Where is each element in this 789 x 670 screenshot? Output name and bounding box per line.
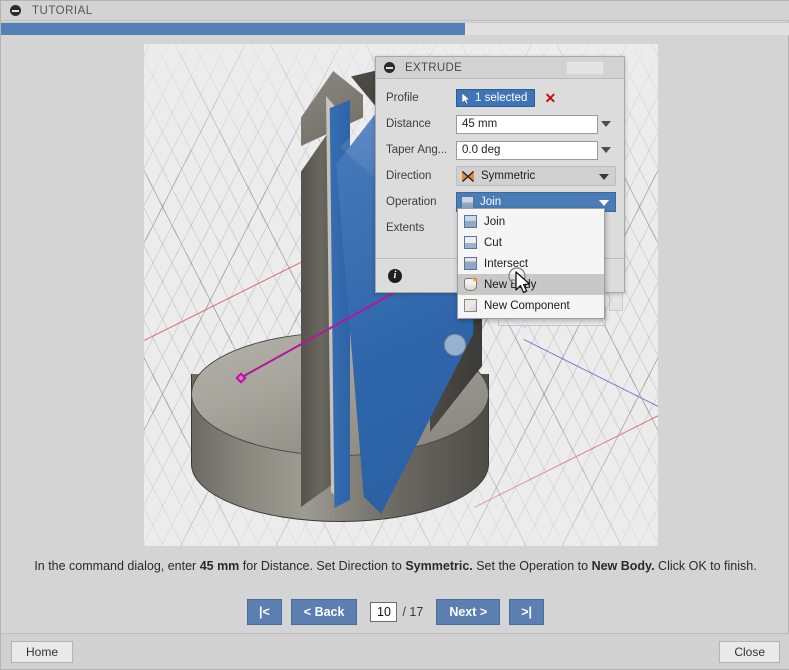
dropdown-item-intersect[interactable]: Intersect (458, 253, 604, 274)
instruction-part-2: for Distance. Set Direction to (239, 559, 406, 573)
chevron-down-icon[interactable] (599, 174, 609, 180)
extrude-dialog-title: EXTRUDE (405, 61, 463, 74)
label-distance: Distance (386, 118, 431, 130)
tutorial-navigation: |< < Back / 17 Next > >| (1, 596, 789, 628)
cut-icon (464, 236, 477, 249)
chevron-down-icon[interactable] (599, 200, 609, 206)
label-direction: Direction (386, 170, 432, 182)
instruction-text: In the command dialog, enter 45 mm for D… (1, 559, 789, 573)
dropdown-item-label: Cut (484, 236, 502, 249)
chevron-down-icon[interactable] (601, 146, 611, 153)
distance-field-wrap: 45 mm (456, 114, 624, 134)
row-direction: Direction Symmetric (376, 163, 624, 189)
tutorial-progress-fill (1, 23, 465, 35)
join-icon (461, 195, 474, 209)
taper-angle-value: 0.0 deg (462, 144, 501, 156)
label-profile: Profile (386, 92, 419, 104)
dropdown-item-label: Intersect (484, 257, 529, 270)
collapse-circle-icon[interactable] (10, 5, 21, 16)
intersect-icon (464, 257, 477, 270)
join-icon (464, 215, 477, 228)
bottom-bar: Home Close (1, 633, 789, 669)
close-button[interactable]: Close (719, 640, 780, 663)
dropdown-item-new-body[interactable]: New Body (458, 274, 604, 295)
label-taper-angle: Taper Ang... (386, 144, 448, 156)
instruction-part-1: In the command dialog, enter (34, 559, 200, 573)
operation-dropdown-menu: Join Cut Intersect New Body New Component (457, 208, 605, 319)
dropdown-item-cut[interactable]: Cut (458, 232, 604, 253)
info-icon[interactable]: i (388, 268, 402, 283)
tutorial-progress-bar (1, 22, 789, 35)
label-extents: Extents (386, 222, 425, 234)
last-page-button[interactable]: >| (509, 599, 544, 625)
next-button[interactable]: Next > (436, 599, 501, 625)
extrude-dialog-header: EXTRUDE (376, 57, 624, 79)
label-operation: Operation (386, 196, 437, 208)
page-number-input[interactable] (370, 602, 398, 622)
chevron-down-icon[interactable] (601, 120, 611, 127)
instruction-part-4: Click OK to finish. (654, 559, 757, 573)
distance-value: 45 mm (462, 118, 498, 130)
profile-select-button[interactable]: 1 selected (456, 89, 536, 107)
page-total-label: / 17 (402, 605, 424, 619)
dropdown-item-new-component[interactable]: New Component (458, 295, 604, 316)
profile-select-label: 1 selected (475, 92, 528, 104)
new-body-icon (464, 278, 477, 291)
new-component-icon (464, 299, 477, 312)
dialog-header-button[interactable] (566, 61, 604, 75)
direction-dropdown[interactable]: Symmetric (456, 166, 616, 186)
dropdown-item-join[interactable]: Join (458, 211, 604, 232)
taper-field-wrap: 0.0 deg (456, 140, 624, 160)
row-taper-angle: Taper Ang... 0.0 deg (376, 137, 624, 163)
cursor-arrow-icon (462, 92, 470, 104)
collapse-circle-icon[interactable] (384, 62, 395, 73)
row-profile: Profile 1 selected ✕ (376, 85, 624, 111)
red-x-icon[interactable]: ✕ (544, 91, 556, 105)
tutorial-window: TUTORIAL 45.00 45 mm (0, 0, 789, 670)
instruction-bold-operation: New Body. (591, 559, 655, 573)
rotate-handle[interactable] (444, 334, 466, 356)
distance-input[interactable]: 45 mm (456, 114, 611, 134)
dropdown-item-label: New Component (484, 299, 570, 312)
instruction-part-3: Set the Operation to (472, 559, 592, 573)
window-title: TUTORIAL (32, 4, 93, 17)
instruction-bold-direction: Symmetric. (405, 559, 473, 573)
home-button[interactable]: Home (11, 640, 74, 663)
operation-value: Join (480, 196, 502, 208)
dropdown-item-label: New Body (484, 278, 537, 291)
page-indicator: / 17 (370, 602, 423, 622)
row-distance: Distance 45 mm (376, 111, 624, 137)
taper-angle-input[interactable]: 0.0 deg (456, 140, 611, 160)
first-page-button[interactable]: |< (246, 599, 282, 625)
back-button[interactable]: < Back (290, 599, 358, 625)
dropdown-item-label: Join (484, 215, 506, 228)
direction-value: Symmetric (481, 170, 536, 182)
instruction-bold-distance: 45 mm (199, 559, 240, 573)
symmetric-icon (462, 170, 474, 182)
titlebar: TUTORIAL (1, 1, 789, 21)
